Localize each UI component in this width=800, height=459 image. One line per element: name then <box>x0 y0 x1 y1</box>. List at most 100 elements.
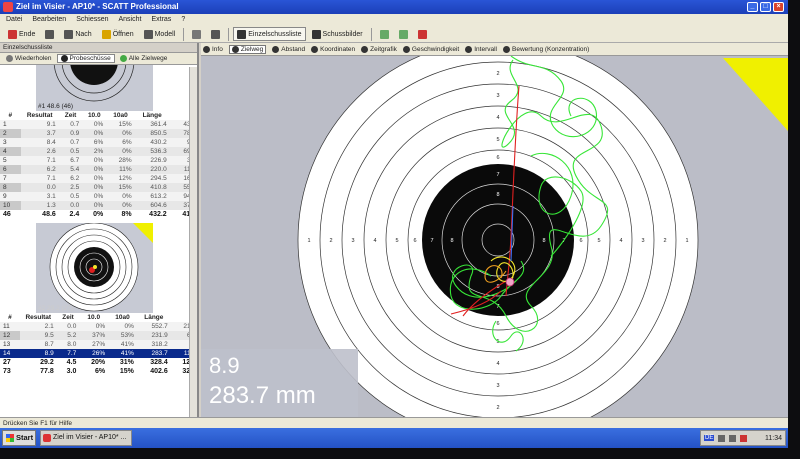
toolbar-button-settings[interactable] <box>188 27 205 41</box>
table-cell: 328.4 <box>136 358 171 367</box>
table-cell: 8.7 <box>19 340 57 349</box>
stop-icon <box>8 29 17 39</box>
view-tab-5[interactable]: Geschwindigkeit <box>402 45 459 53</box>
maximize-button[interactable]: □ <box>760 2 771 12</box>
column-header[interactable]: Länge <box>134 111 170 120</box>
table-row[interactable]: 66.25.40%11%220.011.3 <box>0 165 197 174</box>
table-row[interactable]: 19.10.70%15%361.443.3 <box>0 120 197 129</box>
toolbar-button-print[interactable] <box>207 27 224 41</box>
table-cell: 3.1 <box>20 192 59 201</box>
table-cell: 6.2 <box>20 165 59 174</box>
ring-label-6: 6 <box>496 321 499 327</box>
language-indicator[interactable]: DE <box>704 435 715 441</box>
panel-scrollbar[interactable] <box>189 67 197 417</box>
trace-length: 283.7 mm <box>209 382 316 409</box>
table-row[interactable]: 101.30.00%0%604.637.3 <box>0 201 197 210</box>
close-button[interactable]: × <box>773 2 784 12</box>
menu-item-ansicht[interactable]: Ansicht <box>119 14 142 26</box>
table-cell: 0.5 <box>58 192 83 201</box>
menu-item-datei[interactable]: Datei <box>6 14 22 26</box>
column-header[interactable]: Zeit <box>58 111 83 120</box>
menu-item-schiessen[interactable]: Schiessen <box>76 14 108 26</box>
table-row[interactable]: 42.60.52%0%536.369.1 <box>0 147 197 156</box>
panel-tab-0[interactable]: Wiederholen <box>3 55 55 62</box>
toolbar-button-tool-b[interactable] <box>395 27 412 41</box>
column-header[interactable]: 10.0 <box>82 111 107 120</box>
table-row[interactable]: 148.97.726%41%283.711.7 <box>0 349 197 358</box>
table-row[interactable]: 38.40.76%6%430.29.4 <box>0 138 197 147</box>
table-cell: 11% <box>106 165 135 174</box>
network-icon[interactable] <box>718 434 726 442</box>
menu-item-help[interactable]: ? <box>181 14 185 26</box>
menu-item-bearbeiten[interactable]: Bearbeiten <box>32 14 66 26</box>
table-row[interactable]: 4648.62.40%8%432.241.3 <box>0 210 197 219</box>
panel-tab-1[interactable]: Probeschüsse <box>56 54 115 63</box>
ring-label-5: 5 <box>496 137 499 143</box>
table-row[interactable]: 77.16.20%12%294.516.4 <box>0 174 197 183</box>
mini-target-1[interactable]: #1 48.6 (46) <box>36 65 153 111</box>
mini-target-2[interactable]: #2 29.2 (27) <box>36 223 153 313</box>
table-cell: 6.7 <box>58 156 83 165</box>
column-header[interactable]: Resultat <box>19 313 57 322</box>
toolbar-button-modell[interactable]: Modell <box>140 27 180 41</box>
ring-label-3: 3 <box>641 238 644 244</box>
view-tab-1[interactable]: Zielweg <box>228 44 267 54</box>
window-controls: _ □ × <box>747 2 784 12</box>
table-cell: 0% <box>82 183 107 192</box>
table-cell: 8.9 <box>19 349 57 358</box>
taskbar-app-item[interactable]: Ziel im Visier - AP10* ... <box>40 430 132 446</box>
view-tab-2[interactable]: Abstand <box>272 45 305 53</box>
toolbar-button-ende[interactable]: Ende <box>4 27 39 41</box>
column-header[interactable]: # <box>0 313 20 322</box>
security-icon[interactable] <box>740 434 748 442</box>
table-cell: 15% <box>106 183 135 192</box>
table-row[interactable]: 13 8.7 8.0 27% 41% 318.2 <box>0 340 197 349</box>
view-tab-6[interactable]: Intervall <box>465 45 497 53</box>
column-header[interactable]: 10.0 <box>79 313 109 322</box>
view-tab-4[interactable]: Zeitgrafik <box>361 45 397 53</box>
toolbar-button-einzelschussliste[interactable]: Einzelschussliste <box>233 27 306 41</box>
table-row[interactable]: 80.02.50%15%410.855.0 <box>0 183 197 192</box>
table-row[interactable]: 2729.24.520%31%328.412.0 <box>0 358 197 367</box>
column-header[interactable]: Länge <box>136 313 171 322</box>
system-tray: DE 11:34 <box>700 430 786 446</box>
menu-item-extras[interactable]: Extras <box>151 14 171 26</box>
volume-icon[interactable] <box>729 434 737 442</box>
table-cell: 73 <box>0 367 20 376</box>
table-row[interactable]: 57.16.70%28%226.93.4 <box>0 156 197 165</box>
table-row[interactable]: 23.70.90%0%850.578.8 <box>0 129 197 138</box>
table-cell: 410.8 <box>134 183 170 192</box>
table-cell: 0.7 <box>58 120 83 129</box>
table-row[interactable]: 112.10.00%0%552.721.4 <box>0 322 197 331</box>
table-cell: 283.7 <box>136 349 171 358</box>
toolbar-label: Schussbilder <box>322 30 363 38</box>
column-header[interactable]: 10a0 <box>106 111 135 120</box>
column-header[interactable]: Resultat <box>20 111 59 120</box>
column-header[interactable]: 10a0 <box>108 313 137 322</box>
column-header[interactable]: Zeit <box>56 313 80 322</box>
toolbar-button-tool-a[interactable] <box>376 27 393 41</box>
toolbar-button-nach[interactable]: Nach <box>60 27 95 41</box>
shot-table-2: # Resultat Zeit 10.0 10a0 Länge 11 2.1 0.0 0% 0% 55… <box>0 313 197 376</box>
view-tab-label: Zielweg <box>240 45 264 53</box>
toolbar-button-schussbilder[interactable]: Schussbilder <box>308 27 367 41</box>
panel-tab-2[interactable]: Alle Zielwege <box>117 55 171 62</box>
minimize-button[interactable]: _ <box>747 2 758 12</box>
ring-label-2: 2 <box>496 405 499 411</box>
column-header[interactable]: # <box>0 111 21 120</box>
target-view[interactable]: 11112222333344445555666677778888 <box>201 56 788 417</box>
table-cell: 7.1 <box>20 156 59 165</box>
table-cell: 0% <box>82 192 107 201</box>
toolbar-button-block[interactable] <box>414 27 431 41</box>
view-tab-7[interactable]: Bewertung (Konzentration) <box>503 45 589 53</box>
table-cell: 3.0 <box>56 367 80 376</box>
view-tab-0[interactable]: Info <box>203 45 223 53</box>
start-button[interactable]: Start <box>2 430 36 446</box>
toolbar-button-scope[interactable] <box>41 27 58 41</box>
view-tab-3[interactable]: Koordinaten <box>311 45 355 53</box>
toolbar-button--ffnen[interactable]: Öffnen <box>98 27 138 41</box>
table-row[interactable]: 7377.83.06%15%402.632.9 <box>0 367 197 376</box>
table-row[interactable]: 93.10.50%0%613.294.8 <box>0 192 197 201</box>
table-row[interactable]: 129.55.237%53%231.96.8 <box>0 331 197 340</box>
taskbar-app-label: Ziel im Visier - AP10* ... <box>53 434 127 441</box>
